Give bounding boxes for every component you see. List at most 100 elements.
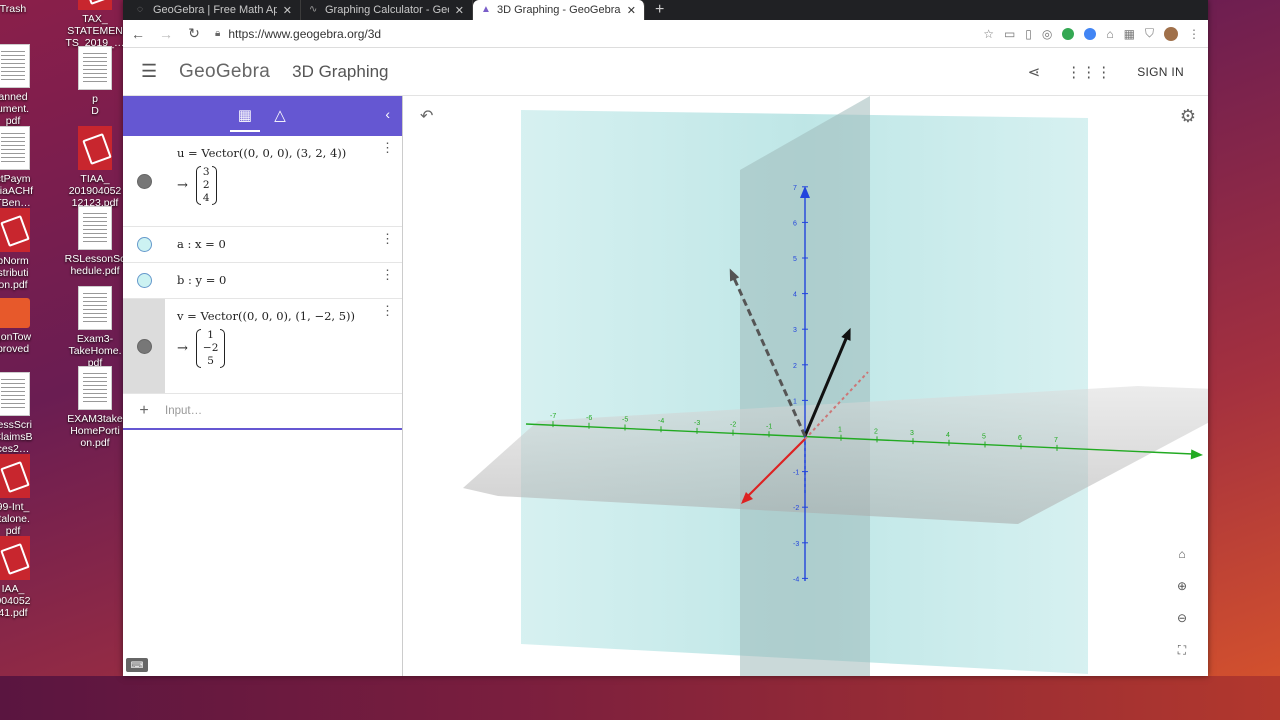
undo-icon[interactable]: ↶	[420, 106, 433, 126]
more-options-icon[interactable]: ⋮	[381, 303, 394, 319]
tab-3d-graphing[interactable]: ▲ 3D Graphing - GeoGebra ✕	[473, 0, 645, 20]
close-icon[interactable]: ✕	[283, 4, 292, 17]
z-tick-label: -3	[793, 541, 799, 548]
more-options-icon[interactable]: ⋮	[381, 140, 394, 156]
input-placeholder: Input…	[165, 405, 203, 417]
extension-icon[interactable]: ▦	[1124, 27, 1135, 41]
close-icon[interactable]: ✕	[455, 4, 464, 17]
back-icon[interactable]: ←	[131, 26, 145, 42]
keyboard-icon[interactable]: ⌨	[126, 658, 148, 672]
x-tick-label: 4	[946, 432, 950, 439]
extension-blue-icon[interactable]	[1084, 27, 1097, 40]
graphics-3d-view[interactable]: -7 -6 -5 -4 -3 -2 -1 1 2 3 4 5 6 7 7 6 5 4 3 2 1 -1 -2 -3 -4 ↶ ⚙…	[408, 96, 1208, 676]
x-tick-label: -2	[730, 422, 736, 429]
close-icon[interactable]: ✕	[627, 4, 636, 17]
more-options-icon[interactable]: ⋮	[381, 267, 394, 283]
app-logo[interactable]: GeoGebra	[179, 61, 270, 83]
star-icon[interactable]: ☆	[983, 27, 994, 41]
z-tick-label: 1	[793, 398, 797, 405]
x-tick-label: 7	[1054, 437, 1058, 444]
forward-icon[interactable]: →	[159, 26, 173, 42]
desktop-icon[interactable]: ressScri ClaimsB ces2…	[0, 372, 46, 455]
fullscreen-icon[interactable]: ⛶	[1172, 640, 1192, 660]
z-tick-label: 2	[793, 363, 797, 370]
algebra-row-a[interactable]: a : x = 0 ⋮	[123, 227, 402, 263]
calculator-icon[interactable]: ▦	[230, 106, 260, 132]
apps-grid-icon[interactable]: ⋮⋮⋮	[1066, 63, 1111, 81]
zoom-out-icon[interactable]: ⊖	[1172, 608, 1192, 628]
algebra-row-v[interactable]: v = Vector((0, 0, 0), (1, −2, 5)) → 1 −2…	[123, 299, 402, 394]
tab-geogebra[interactable]: ◌ GeoGebra | Free Math Ap ✕	[129, 0, 301, 20]
home-icon[interactable]: ⌂	[1172, 544, 1192, 564]
algebra-toolbar: ▦ △ ‹	[123, 96, 402, 136]
desktop-icon[interactable]: gonTow proved	[0, 290, 46, 355]
z-tick-label: 4	[793, 292, 797, 299]
extension-icon[interactable]: ◎	[1042, 27, 1052, 41]
save-icon[interactable]: ▯	[1025, 27, 1032, 41]
chevron-left-icon[interactable]: ‹	[385, 106, 390, 122]
lock-icon: 🔒︎	[215, 28, 221, 39]
z-tick-label: -4	[793, 576, 799, 583]
shield-icon[interactable]: ⛉	[1145, 26, 1154, 41]
x-tick-label: 2	[874, 428, 878, 435]
file-icon	[78, 46, 112, 90]
share-icon[interactable]: ⋖	[1028, 63, 1041, 81]
tab-strip: ◌ GeoGebra | Free Math Ap ✕ ∿ Graphing C…	[123, 0, 1208, 20]
zoom-in-icon[interactable]: ⊕	[1172, 576, 1192, 596]
z-tick-label: 3	[793, 327, 797, 334]
menu-icon[interactable]: ⋮	[1188, 27, 1200, 41]
algebra-row-u[interactable]: u = Vector((0, 0, 0), (3, 2, 4)) → 3 2 4…	[123, 136, 402, 227]
tab-graphing-calculator[interactable]: ∿ Graphing Calculator - Geo ✕	[301, 0, 473, 20]
avatar[interactable]	[1164, 26, 1178, 41]
visibility-toggle[interactable]	[136, 273, 152, 288]
hamburger-icon[interactable]: ☰	[141, 61, 161, 82]
url-field[interactable]: 🔒︎ https://www.geogebra.org/3d	[215, 27, 969, 41]
desktop-icon[interactable]: ctPaym ViaACHf TBen…	[0, 126, 46, 209]
app-title: 3D Graphing	[292, 61, 389, 81]
cast-icon[interactable]: ▭	[1004, 27, 1015, 41]
visibility-toggle[interactable]	[136, 237, 152, 252]
reload-icon[interactable]: ↻	[187, 25, 201, 42]
url-text: https://www.geogebra.org/3d	[228, 26, 382, 41]
new-tab-button[interactable]: +	[645, 0, 674, 20]
desktop-icon[interactable]: EXAM3take HomePorti on.pdf	[62, 366, 128, 449]
desktop-icon-label: anned ument. pdf	[0, 91, 30, 127]
more-options-icon[interactable]: ⋮	[381, 231, 394, 247]
desktop-icon[interactable]: RSLessonSc hedule.pdf	[62, 206, 128, 277]
algebra-input[interactable]: + Input…	[123, 394, 402, 430]
tools-icon[interactable]: △	[266, 106, 294, 124]
sign-in-button[interactable]: SIGN IN	[1137, 65, 1184, 79]
desktop-icon[interactable]: Exam3- TakeHome. pdf	[62, 286, 128, 369]
visibility-toggle[interactable]	[136, 173, 152, 189]
extension-icon[interactable]: ⌂	[1106, 27, 1113, 41]
desktop-icon-label: Exam3- TakeHome. pdf	[68, 333, 122, 369]
visibility-toggle[interactable]	[136, 338, 152, 354]
grammarly-icon[interactable]	[1062, 27, 1075, 40]
taskbar-bottom	[0, 676, 1280, 720]
z-tick-label: 5	[793, 256, 797, 263]
algebra-panel: ▦ △ ‹ u = Vector((0, 0, 0), (3, 2, 4)) →…	[123, 96, 403, 676]
vector-output: 3 2 4	[195, 166, 217, 205]
z-tick-label: 7	[793, 185, 797, 192]
desktop-icon[interactable]: anned ument. pdf	[0, 44, 46, 127]
file-icon	[0, 126, 30, 170]
file-icon	[78, 126, 112, 170]
desktop-icon[interactable]: 99-Int_ italone. pdf	[0, 454, 46, 537]
settings-gear-icon[interactable]: ⚙	[1180, 106, 1196, 127]
algebra-row-b[interactable]: b : y = 0 ⋮	[123, 263, 402, 299]
definition-text: a : x = 0	[177, 237, 226, 251]
x-tick-label: 3	[910, 430, 914, 437]
extensions: ☆ ▭ ▯ ◎ ⌂ ▦ ⛉ ⋮	[983, 26, 1200, 41]
plus-icon[interactable]: +	[123, 402, 165, 420]
x-tick-label: -1	[766, 423, 772, 430]
desktop-icon[interactable]: TIAA_ 201904052 12123.pdf	[62, 126, 128, 209]
x-tick-label: 5	[982, 434, 986, 441]
desktop-icon[interactable]: IAA_ 904052 41.pdf	[0, 536, 46, 619]
app-header: ☰ GeoGebra 3D Graphing ⋖ ⋮⋮⋮ SIGN IN	[123, 48, 1208, 96]
desktop-icon[interactable]: Trash	[0, 0, 46, 15]
desktop-icon[interactable]: bNorm stributi on.pdf	[0, 208, 46, 291]
3d-scene[interactable]: -7 -6 -5 -4 -3 -2 -1 1 2 3 4 5 6 7 7 6 5 4 3 2 1 -1 -2 -3 -4	[408, 96, 1208, 676]
desktop-icon[interactable]: TAX_ STATEMEN TS_2019_…	[62, 0, 128, 49]
file-icon	[0, 298, 30, 328]
desktop-icon[interactable]: p D	[62, 46, 128, 117]
